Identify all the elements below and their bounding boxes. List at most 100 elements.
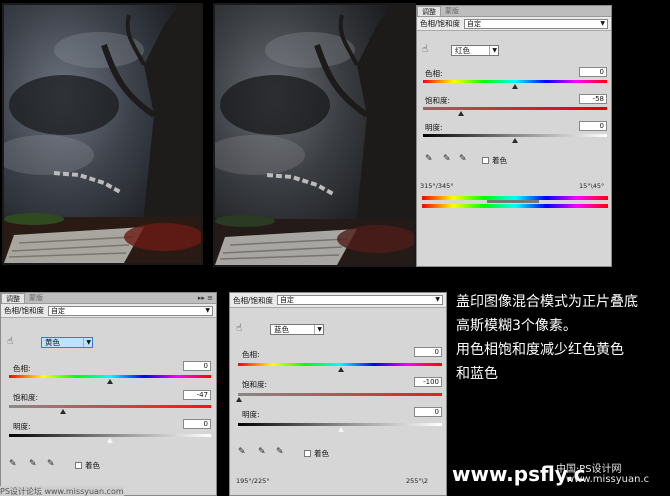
saturation-label: 饱和度: [242, 380, 268, 389]
range-left-label: 195°/225° [236, 477, 270, 485]
caption-line: 盖印图像混合模式为正片叠底 [456, 294, 638, 310]
hue-slider-handle[interactable] [512, 84, 518, 89]
caption-line: 用色相饱和度减少红色黄色 [456, 342, 624, 358]
preset-dropdown[interactable]: 自定 ▼ [464, 18, 608, 29]
tab-masks[interactable]: 蒙版 [25, 293, 47, 303]
lightness-slider-track[interactable] [423, 134, 607, 137]
lightness-slider-handle[interactable] [512, 138, 518, 143]
hue-slider-track[interactable] [9, 375, 211, 378]
hue-label: 色相: [13, 364, 31, 373]
hue-saturation-panel-red: 调整 蒙版 色相/饱和度 自定 ▼ ☝ 红色 ▼ 色相: 0 饱和度: -58 … [416, 5, 612, 267]
color-range-bottom-bar[interactable] [422, 204, 608, 208]
tab-adjustments[interactable]: 调整 [1, 293, 25, 303]
panel-header: 色相/饱和度 自定 ▼ [417, 17, 611, 31]
hue-input[interactable]: 0 [414, 347, 442, 357]
hue-slider-handle[interactable] [107, 379, 113, 384]
tab-adjustments[interactable]: 调整 [417, 6, 441, 16]
preset-value: 自定 [51, 306, 66, 315]
eyedropper-icon[interactable]: ✎ [238, 447, 246, 457]
hue-label: 色相: [242, 350, 260, 359]
channel-dropdown[interactable]: 黄色 ▼ [41, 337, 93, 348]
colorize-checkbox[interactable] [75, 462, 82, 469]
photo-before [2, 3, 203, 265]
colorize-checkbox[interactable] [304, 450, 311, 457]
saturation-slider-handle[interactable] [60, 409, 66, 414]
hue-input[interactable]: 0 [579, 67, 607, 77]
hue-slider-track[interactable] [423, 80, 607, 83]
saturation-input[interactable]: -100 [414, 377, 442, 387]
panel-collapse-icon[interactable]: ▸▸ ≡ [198, 293, 216, 303]
eyedropper-plus-icon[interactable]: ✎ [443, 154, 451, 164]
saturation-slider-handle[interactable] [236, 397, 242, 402]
lightness-input[interactable]: 0 [183, 419, 211, 429]
colorize-checkbox[interactable] [482, 157, 489, 164]
hue-input[interactable]: 0 [183, 361, 211, 371]
channel-dropdown[interactable]: 红色 ▼ [451, 45, 499, 56]
lightness-input[interactable]: 0 [414, 407, 442, 417]
panel-tabs: 调整 蒙版 ▸▸ ≡ [1, 293, 216, 304]
eyedropper-minus-icon[interactable]: ✎ [459, 154, 467, 164]
range-right-label: 15°\45° [579, 182, 605, 190]
lightness-slider-track[interactable] [9, 434, 211, 437]
eyedropper-icon[interactable]: ✎ [9, 459, 17, 469]
target-adjust-hand-icon[interactable]: ☝ [236, 323, 242, 334]
panel-header: 色相/饱和度 自定 ▼ [1, 304, 216, 318]
left-watermark: PS设计论坛 www.missyuan.com [0, 486, 124, 496]
scene-before-image [4, 5, 201, 263]
chevron-down-icon: ▼ [205, 306, 210, 314]
lightness-slider-track[interactable] [238, 423, 442, 426]
colorize-label: 着色 [492, 156, 507, 165]
panel-tabs: 调整 蒙版 [417, 6, 611, 17]
hue-slider-track[interactable] [238, 363, 442, 366]
chevron-down-icon: ▼ [435, 296, 440, 303]
lightness-label: 明度: [425, 123, 443, 132]
target-adjust-hand-icon[interactable]: ☝ [422, 44, 428, 55]
channel-value: 红色 [455, 46, 470, 55]
target-adjust-hand-icon[interactable]: ☝ [7, 336, 13, 347]
missyuan-watermark-url: www.missyuan.c [566, 474, 650, 485]
hue-label: 色相: [425, 69, 443, 78]
eyedropper-minus-icon[interactable]: ✎ [276, 447, 284, 457]
channel-value: 黄色 [45, 338, 60, 347]
lightness-label: 明度: [242, 410, 260, 419]
lightness-label: 明度: [13, 422, 31, 431]
saturation-input[interactable]: -47 [183, 390, 211, 400]
range-slider[interactable] [487, 200, 539, 203]
photo-after [213, 3, 416, 267]
preset-dropdown[interactable]: 自定 ▼ [277, 295, 443, 305]
colorize-label: 着色 [314, 449, 329, 458]
panel-title: 色相/饱和度 [233, 295, 274, 305]
panel-header: 色相/饱和度 自定 ▼ [230, 293, 446, 308]
hue-slider-handle[interactable] [338, 367, 344, 372]
panel-title: 色相/饱和度 [420, 19, 461, 28]
chevron-down-icon: ▼ [489, 46, 497, 55]
tab-masks[interactable]: 蒙版 [441, 6, 463, 16]
colorize-label: 着色 [85, 461, 100, 470]
saturation-slider-track[interactable] [423, 107, 607, 110]
hue-saturation-panel-yellow: 调整 蒙版 ▸▸ ≡ 色相/饱和度 自定 ▼ ☝ 黄色 ▼ 色相: 0 饱和度:… [0, 292, 217, 496]
lightness-slider-handle[interactable] [107, 438, 113, 443]
eyedropper-minus-icon[interactable]: ✎ [47, 459, 55, 469]
saturation-label: 饱和度: [13, 393, 39, 402]
channel-dropdown[interactable]: 蓝色 ▼ [270, 324, 324, 335]
preset-dropdown[interactable]: 自定 ▼ [48, 305, 213, 316]
missyuan-watermark-cn: 中国·PS设计网 [556, 464, 622, 475]
lightness-slider-handle[interactable] [338, 427, 344, 432]
saturation-input[interactable]: -58 [579, 94, 607, 104]
hue-saturation-panel-blue: 色相/饱和度 自定 ▼ ☝ 蓝色 ▼ 色相: 0 饱和度: -100 明度: 0… [229, 292, 447, 496]
eyedropper-icon[interactable]: ✎ [425, 154, 433, 164]
saturation-slider-track[interactable] [238, 393, 442, 396]
saturation-slider-track[interactable] [9, 405, 211, 408]
scene-after-image [215, 5, 414, 265]
channel-value: 蓝色 [274, 325, 289, 334]
chevron-down-icon: ▼ [314, 325, 322, 334]
saturation-slider-handle[interactable] [458, 111, 464, 116]
eyedropper-plus-icon[interactable]: ✎ [29, 459, 37, 469]
range-right-label: 255°\2 [406, 477, 428, 485]
lightness-input[interactable]: 0 [579, 121, 607, 131]
saturation-label: 饱和度: [425, 96, 451, 105]
preset-value: 自定 [280, 296, 295, 304]
chevron-down-icon: ▼ [600, 19, 605, 27]
caption-line: 和蓝色 [456, 366, 498, 382]
eyedropper-plus-icon[interactable]: ✎ [258, 447, 266, 457]
